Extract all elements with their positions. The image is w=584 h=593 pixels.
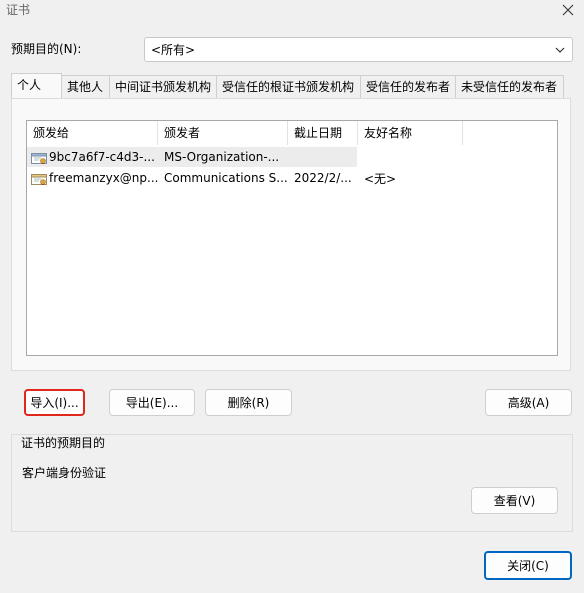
row-friendly-name: <无> (364, 171, 397, 186)
purpose-select[interactable]: <所有> (144, 37, 573, 62)
row-issued-to: 9bc7a6f7-c4d3-... (49, 150, 155, 164)
close-button[interactable]: 关闭(C) (484, 551, 572, 580)
window-title: 证书 (6, 3, 31, 17)
table-row[interactable]: 9bc7a6f7-c4d3-... MS-Organization-... (27, 147, 463, 167)
chevron-down-icon (554, 44, 566, 59)
column-issued-by[interactable]: 颁发者 (158, 121, 288, 145)
purpose-select-value: <所有> (151, 43, 196, 57)
certificate-icon (31, 153, 47, 164)
close-icon[interactable] (556, 0, 580, 20)
column-issued-to[interactable]: 颁发给 (27, 121, 158, 145)
column-expiration[interactable]: 截止日期 (288, 121, 358, 145)
row-expiration: 2022/2/... (294, 171, 352, 185)
tab-trusted-root-ca[interactable]: 受信任的根证书颁发机构 (216, 75, 361, 98)
remove-button[interactable]: 删除(R) (205, 389, 292, 416)
column-friendly-name[interactable]: 友好名称 (358, 121, 463, 145)
table-row[interactable]: freemanzyx@np... Communications S... 202… (27, 168, 463, 188)
view-button[interactable]: 查看(V) (471, 487, 558, 514)
tab-personal[interactable]: 个人 (11, 73, 62, 98)
export-button[interactable]: 导出(E)... (109, 389, 195, 416)
tab-untrusted-publishers[interactable]: 未受信任的发布者 (455, 75, 564, 98)
tab-trusted-publishers[interactable]: 受信任的发布者 (360, 75, 456, 98)
purpose-label: 预期目的(N): (11, 42, 82, 56)
tab-other-people[interactable]: 其他人 (61, 75, 110, 98)
tab-intermediate-ca[interactable]: 中间证书颁发机构 (109, 75, 217, 98)
cert-purposes-text: 客户端身份验证 (22, 466, 107, 480)
import-button[interactable]: 导入(I)... (24, 389, 85, 416)
row-issued-to: freemanzyx@np... (49, 171, 158, 185)
row-issued-by: Communications S... (164, 171, 288, 185)
list-header: 颁发给 颁发者 截止日期 友好名称 (27, 121, 463, 145)
cert-purposes-title: 证书的预期目的 (21, 436, 106, 450)
row-issued-by: MS-Organization-... (164, 150, 280, 164)
certificate-icon (31, 174, 47, 185)
store-tabs: 个人 其他人 中间证书颁发机构 受信任的根证书颁发机构 受信任的发布者 未受信任… (11, 73, 564, 99)
certificate-list[interactable]: 颁发给 颁发者 截止日期 友好名称 9bc7a6f7-c4d3-... MS-O… (26, 120, 558, 356)
advanced-button[interactable]: 高级(A) (485, 389, 572, 416)
